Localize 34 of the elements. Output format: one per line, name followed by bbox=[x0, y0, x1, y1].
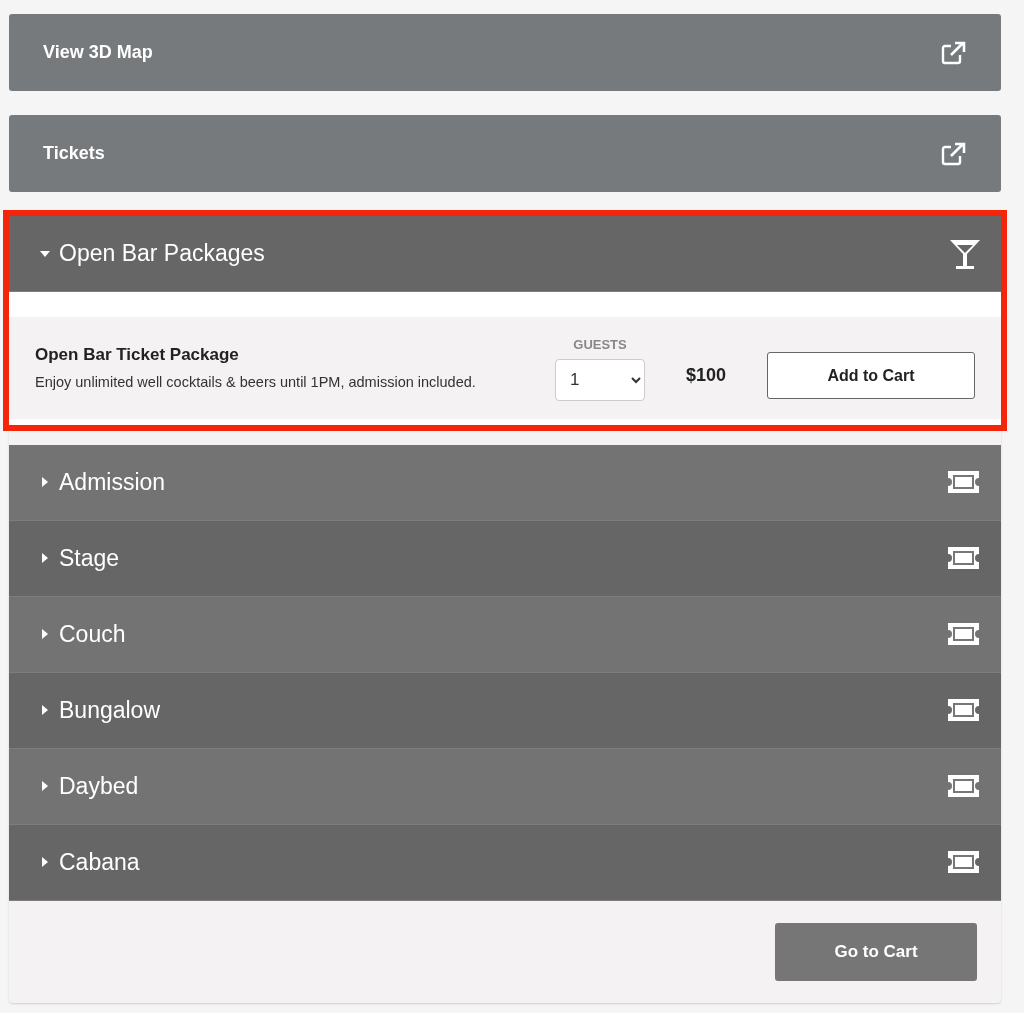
section-title: Cabana bbox=[59, 847, 140, 877]
section-header[interactable]: Stage bbox=[9, 520, 1001, 597]
ticket-icon bbox=[946, 546, 981, 570]
section-header[interactable]: Couch bbox=[9, 596, 1001, 673]
ticket-icon bbox=[946, 698, 981, 722]
section-title: Open Bar Packages bbox=[59, 239, 265, 269]
section-header[interactable]: Bungalow bbox=[9, 672, 1001, 749]
package-name: Open Bar Ticket Package bbox=[35, 344, 240, 367]
section-header[interactable]: Daybed bbox=[9, 748, 1001, 825]
section-title: Admission bbox=[59, 467, 166, 497]
ticket-icon bbox=[946, 850, 981, 874]
link-label: Tickets bbox=[43, 142, 105, 165]
ticket-icon bbox=[946, 774, 981, 798]
section-title: Daybed bbox=[59, 771, 139, 801]
section-title: Couch bbox=[59, 619, 126, 649]
section-header[interactable]: Admission bbox=[9, 444, 1001, 521]
cocktail-glass-icon bbox=[949, 237, 981, 270]
external-link-icon bbox=[941, 141, 967, 166]
external-link-icon bbox=[941, 40, 967, 65]
section-title: Bungalow bbox=[59, 695, 161, 725]
section-header[interactable]: Open Bar Packages bbox=[9, 216, 1001, 292]
add-to-cart-button[interactable]: Add to Cart bbox=[767, 352, 975, 400]
section-title: Stage bbox=[59, 543, 120, 573]
price: $100 bbox=[684, 364, 727, 388]
go-to-cart-button[interactable]: Go to Cart bbox=[775, 922, 977, 981]
link-label: View 3D Map bbox=[43, 41, 153, 64]
guests-label: GUESTS bbox=[572, 336, 628, 354]
guests-select[interactable]: 1 bbox=[555, 358, 645, 401]
ticket-icon bbox=[946, 622, 981, 646]
package-description: Enjoy unlimited well cocktails & beers until 1PM, admission included. bbox=[35, 372, 477, 392]
link-bar[interactable]: View 3D Map bbox=[9, 14, 1001, 91]
section-header[interactable]: Cabana bbox=[9, 824, 1001, 901]
link-bar[interactable]: Tickets bbox=[9, 115, 1001, 192]
ticket-icon bbox=[946, 470, 981, 494]
